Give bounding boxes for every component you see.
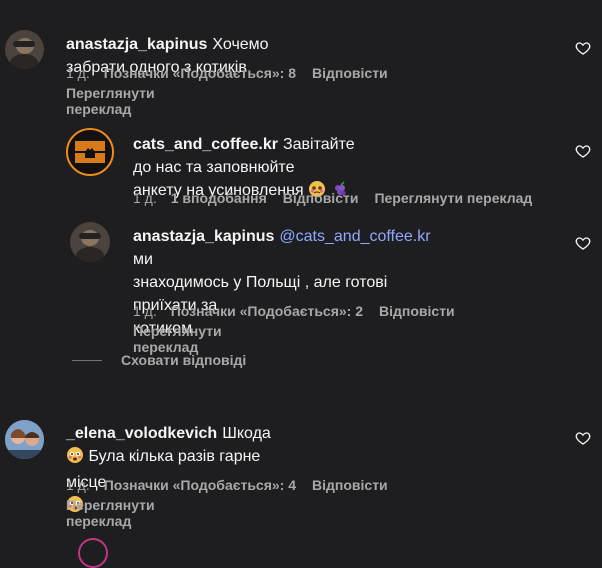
likes-count[interactable]: Позначки «Подобається»: 8	[104, 65, 296, 81]
username[interactable]: anastazja_kapinus	[133, 228, 274, 245]
translate-link[interactable]: Переглянути переклад	[66, 85, 155, 117]
heart-icon[interactable]	[575, 430, 591, 446]
reply-button[interactable]: Відповісти	[283, 190, 359, 206]
username[interactable]: cats_and_coffee.kr	[133, 136, 278, 153]
comment-meta: 1 д. Позначки «Подобається»: 4 Відповісти	[66, 477, 404, 493]
likes-count[interactable]: Позначки «Подобається»: 2	[171, 303, 363, 319]
avatar[interactable]	[5, 420, 44, 459]
username[interactable]: anastazja_kapinus	[66, 36, 207, 53]
reply-button[interactable]: Відповісти	[379, 303, 455, 319]
translate-link[interactable]: Переглянути переклад	[66, 497, 155, 529]
comment-meta: 1 д. 1 вподобання Відповісти Переглянути пе…	[133, 190, 548, 206]
heart-icon[interactable]	[575, 235, 591, 251]
timestamp[interactable]: 1 д.	[66, 65, 90, 81]
comment-meta: 1 д. Позначки «Подобається»: 8 Відповісти	[66, 65, 404, 81]
avatar[interactable]	[66, 128, 114, 176]
fearful-face-emoji	[66, 446, 84, 471]
translate-link[interactable]: Переглянути переклад	[133, 323, 222, 355]
reply-button[interactable]: Відповісти	[312, 65, 388, 81]
likes-count[interactable]: Позначки «Подобається»: 4	[104, 477, 296, 493]
mention-link[interactable]: @cats_and_coffee.kr	[279, 228, 430, 245]
comment-meta: 1 д. Позначки «Подобається»: 2 Відповісти	[133, 303, 471, 319]
timestamp[interactable]: 1 д.	[133, 303, 157, 319]
username[interactable]: _elena_volodkevich	[66, 425, 217, 442]
avatar[interactable]	[70, 222, 110, 262]
heart-icon[interactable]	[575, 40, 591, 56]
translate-link[interactable]: Переглянути переклад	[374, 190, 532, 206]
timestamp[interactable]: 1 д.	[66, 477, 90, 493]
likes-count[interactable]: 1 вподобання	[171, 190, 267, 206]
heart-icon[interactable]	[575, 143, 591, 159]
avatar[interactable]	[5, 30, 44, 69]
hide-replies-button[interactable]: Сховати відповіді	[121, 352, 246, 368]
timestamp[interactable]: 1 д.	[133, 190, 157, 206]
reply-button[interactable]: Відповісти	[312, 477, 388, 493]
hide-replies-divider	[72, 360, 102, 361]
